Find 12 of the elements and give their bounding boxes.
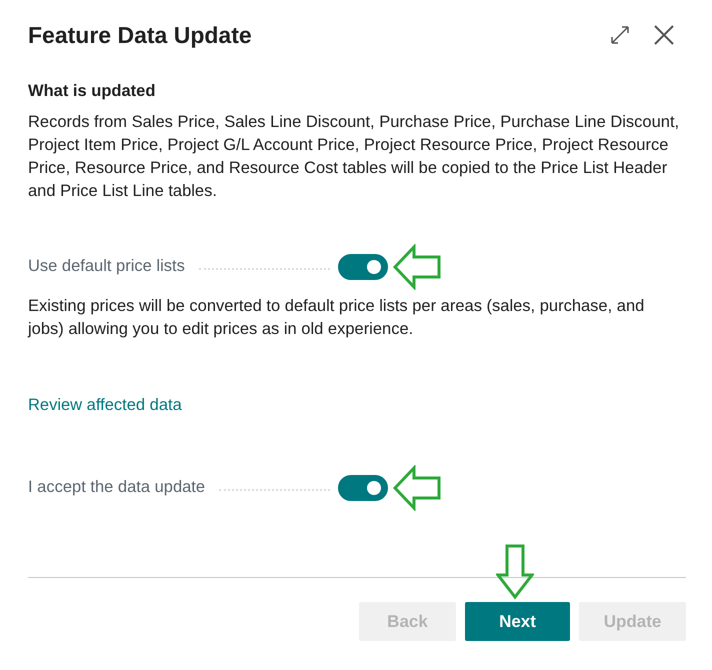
toggle-switch[interactable] [338, 254, 388, 280]
wizard-button[interactable]: Next [465, 602, 570, 641]
expand-icon[interactable] [610, 25, 630, 45]
toggle-label: I accept the data update [28, 477, 206, 498]
toggle-switch[interactable] [338, 474, 388, 500]
toggle-label: Use default price lists [28, 256, 185, 277]
close-icon[interactable] [654, 25, 674, 45]
toggle-description: Existing prices will be converted to default price lists per areas (sales, purchase, and jobs) allowing you to edit prices as in old experience. [28, 296, 646, 340]
review-link[interactable]: Review affected data [28, 394, 182, 417]
dialog-title: Feature Data Update [28, 21, 253, 50]
section-heading: What is updated [28, 81, 156, 102]
description-text: Records from Sales Price, Sales Line Discount, Purchase Price, Purchase Line Discount, Project Item Price, Project G/L Account Price, Project Resource Price, Project Resource Price, Resource Price, and Resource Cost tables will be copied to the Price List Header and Price List Line tables. [28, 112, 680, 202]
